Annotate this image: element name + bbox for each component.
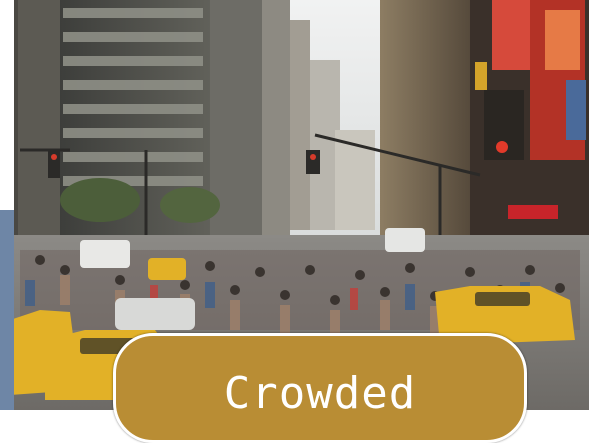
caption-label: Crowded [113,333,527,443]
caption-text: Crowded [223,368,417,419]
